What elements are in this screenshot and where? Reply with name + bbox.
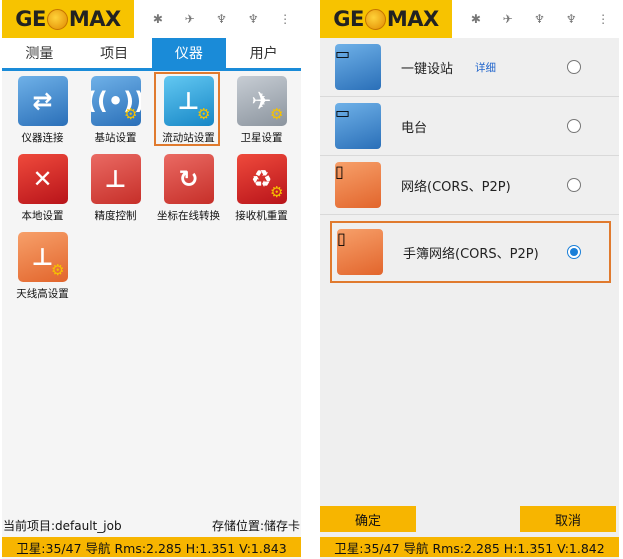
option-radio-station[interactable]: ▭ 电台 [320, 97, 619, 156]
top-bar: GE MAX ✱ ✈ ♆ ♆ ⋮ [320, 0, 619, 38]
action-bar: 确定 取消 [320, 506, 619, 532]
option-controller-network[interactable]: ▯ 手簿网络(CORS、P2P) [330, 221, 611, 283]
globe-icon [46, 8, 68, 30]
bluetooth-icon[interactable]: ✱ [466, 12, 486, 26]
radio-controller-network[interactable] [567, 245, 581, 259]
grid-item-receiver-reset[interactable]: ♻ ⚙ 接收机重置 [225, 150, 298, 228]
datalink-options: ▭ 一键设站 详细 ▭ 电台 ▯ 网络(CORS、P2P) ▯ 手簿网络(COR… [320, 38, 619, 283]
storage-location: 存储位置:储存卡 [211, 518, 300, 533]
tab-user[interactable]: 用户 [226, 38, 301, 68]
bluetooth-icon[interactable]: ✱ [148, 12, 168, 26]
ok-button[interactable]: 确定 [320, 506, 416, 532]
grid-item-antenna-height[interactable]: ⊥ ⚙ 天线高设置 [6, 228, 79, 306]
grid-item-satellite-settings[interactable]: ✈ ⚙ 卫星设置 [225, 72, 298, 150]
satellite-status-bar: 卫星:35/47 导航 Rms:2.285 H:1.351 V:1.843 [2, 537, 301, 557]
instrument-menu-screen: GEMAX ✱ ✈ ♆ ♆ ⋮ 测量 项目 仪器 用户 ⇄ 仪器连接 ((•))… [2, 0, 301, 559]
radio-handheld-icon: ▯ [335, 162, 381, 208]
current-project: 当前项目:default_job [3, 518, 122, 533]
globe-icon [364, 8, 386, 30]
geomax-logo: GE MAX [2, 0, 134, 38]
satellite-icon[interactable]: ✈ [498, 12, 518, 26]
local-settings-icon: ✕ [17, 154, 68, 204]
instrument-connect-icon: ⇄ [17, 76, 68, 126]
grid-item-rover-settings[interactable]: ⊥ ⚙ 流动站设置 [152, 72, 225, 150]
option-one-key-setup[interactable]: ▭ 一键设站 详细 [320, 38, 619, 97]
radio-antenna-icon[interactable]: ♆ [561, 12, 581, 26]
radio-network[interactable] [567, 178, 581, 192]
top-bar: GE MAX ✱ ✈ ♆ ♆ ⋮ [2, 0, 301, 38]
instrument-grid: ⇄ 仪器连接 ((•))⚙ 基站设置 ⊥⚙ 流动站设置 ✈⚙ 卫星设置 ✕ 本地… [6, 72, 298, 306]
grid-item-local-settings[interactable]: ✕ 本地设置 [6, 150, 79, 228]
grid-item-precision-control[interactable]: ⊥ 精度控制 [79, 150, 152, 228]
grid-item-base-station[interactable]: ((•))⚙ 基站设置 [79, 72, 152, 150]
tab-instrument[interactable]: 仪器 [151, 38, 227, 68]
grid-item-coordinate-convert[interactable]: ↻ 坐标在线转换 [152, 150, 225, 228]
cancel-button[interactable]: 取消 [520, 506, 616, 532]
tab-survey[interactable]: 测量 [2, 38, 77, 68]
satellite-icon[interactable]: ✈ [180, 12, 200, 26]
radio-antenna-icon[interactable]: ♆ [243, 12, 263, 26]
status-icons: ✱ ✈ ♆ ♆ ⋮ [142, 0, 301, 38]
radio-handheld-icon: ▯ [337, 229, 383, 275]
receiver-reset-icon: ♻ ⚙ [236, 154, 287, 204]
base-station-icon: ((•))⚙ [90, 76, 141, 126]
grid-item-instrument-connect[interactable]: ⇄ 仪器连接 [6, 72, 79, 150]
rover-antenna-icon[interactable]: ♆ [529, 12, 549, 26]
coordinate-convert-icon: ↻ [163, 154, 214, 204]
rover-antenna-icon[interactable]: ♆ [211, 12, 231, 26]
antenna-height-icon: ⊥ ⚙ [17, 232, 68, 282]
project-info-bar: 当前项目:default_job 存储位置:储存卡 [2, 515, 301, 535]
radio-one-key-setup[interactable] [567, 60, 581, 74]
main-tabs: 测量 项目 仪器 用户 [2, 38, 301, 71]
option-network[interactable]: ▯ 网络(CORS、P2P) [320, 156, 619, 215]
geomax-logo: GE MAX [320, 0, 452, 38]
more-menu-icon[interactable]: ⋮ [593, 12, 613, 26]
more-menu-icon[interactable]: ⋮ [275, 12, 295, 26]
router-icon: ▭ [335, 44, 381, 90]
status-icons: ✱ ✈ ♆ ♆ ⋮ [460, 0, 619, 38]
tab-project[interactable]: 项目 [77, 38, 152, 68]
satellite-settings-icon: ✈ ⚙ [236, 76, 287, 126]
precision-control-icon: ⊥ [90, 154, 141, 204]
satellite-status-bar: 卫星:35/47 导航 Rms:2.285 H:1.351 V:1.842 [320, 537, 619, 557]
rover-settings-icon: ⊥ ⚙ [163, 76, 214, 126]
router-icon: ▭ [335, 103, 381, 149]
detail-link[interactable]: 详细 [475, 60, 496, 75]
datalink-select-screen: GE MAX ✱ ✈ ♆ ♆ ⋮ ▭ 一键设站 详细 ▭ 电台 ▯ 网络(CORS… [320, 0, 619, 559]
radio-radio-station[interactable] [567, 119, 581, 133]
